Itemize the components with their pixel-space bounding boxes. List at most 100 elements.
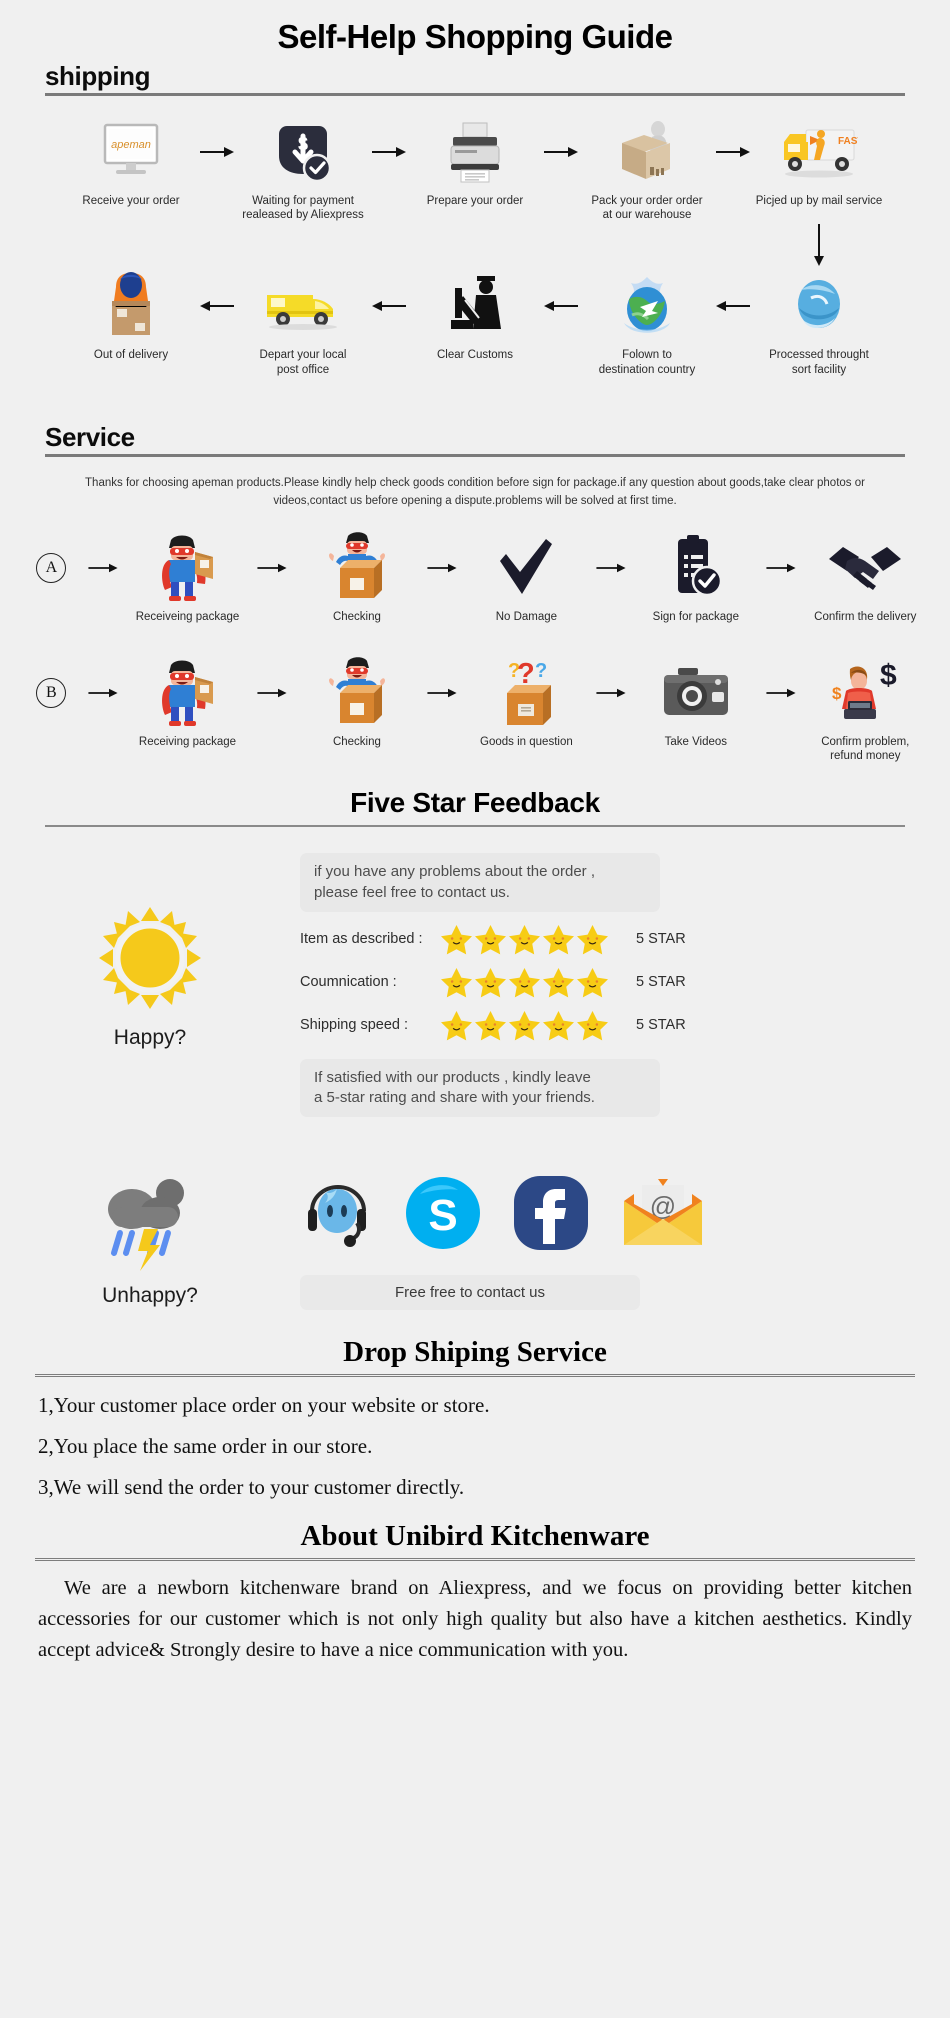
facebook-icon[interactable] bbox=[512, 1174, 590, 1257]
about-title: About Unibird Kitchenware bbox=[300, 1520, 650, 1553]
page-title: Self-Help Shopping Guide bbox=[277, 18, 674, 55]
step-label: Goods in question bbox=[480, 735, 573, 748]
happy-section: Happy? if you have any problems about th… bbox=[0, 827, 950, 1118]
unhappy-section: Unhappy? S @ Free free to contact us bbox=[0, 1169, 950, 1311]
shipping-step-out-of-delivery: Out of delivery bbox=[65, 270, 197, 362]
service-flow-row-a: A Receiveing package Checking No Damage … bbox=[0, 532, 950, 624]
skype-icon[interactable]: S bbox=[404, 1174, 482, 1257]
shipping-step-flown-destination: Folown to destination country bbox=[581, 270, 713, 377]
rating-row-shipping-speed: Shipping speed : 5 STAR bbox=[300, 1010, 890, 1041]
step-label: Sign for package bbox=[652, 611, 739, 624]
arrow-left-icon bbox=[713, 270, 753, 342]
arrow-left-icon bbox=[197, 270, 237, 342]
arrow-right-icon bbox=[422, 657, 462, 729]
row-b-badge-cell: B bbox=[20, 657, 83, 729]
service-step-sign-for-package: Sign for package bbox=[631, 532, 760, 624]
step-label: Waiting for payment realeased by Aliexpr… bbox=[242, 194, 364, 221]
rating-value: 5 STAR bbox=[636, 931, 686, 948]
happy-label: Happy? bbox=[113, 1026, 187, 1050]
svg-text:apeman: apeman bbox=[111, 139, 151, 151]
clipboard-check-icon bbox=[668, 532, 724, 604]
shipping-step-waiting-payment: $ Waiting for payment realeased by Aliex… bbox=[237, 116, 369, 223]
about-divider bbox=[35, 1557, 915, 1562]
superhero-package-icon bbox=[159, 532, 215, 604]
shipping-flow-row-1: apeman Receive your order $ Waiting for … bbox=[0, 116, 950, 223]
aliexpress-messenger-headset-icon[interactable] bbox=[300, 1175, 374, 1256]
svg-text:?: ? bbox=[535, 660, 547, 682]
step-label: Out of delivery bbox=[93, 349, 169, 362]
shipping-heading: shipping bbox=[45, 61, 151, 91]
service-step-checking-a: Checking bbox=[292, 532, 421, 624]
svg-text:$: $ bbox=[880, 659, 897, 692]
arrow-right-icon bbox=[252, 657, 292, 729]
step-label: Folown to destination country bbox=[598, 349, 696, 376]
handshake-icon bbox=[827, 532, 903, 604]
globe-airplane-icon bbox=[616, 270, 678, 342]
courier-box-icon bbox=[102, 270, 160, 342]
service-step-no-damage: No Damage bbox=[462, 532, 591, 624]
feedback-bubble-top: if you have any problems about the order… bbox=[300, 853, 660, 912]
badge-letter-a: A bbox=[36, 553, 67, 584]
delivery-truck-fast-icon: FAST bbox=[780, 116, 858, 188]
svg-text:$: $ bbox=[298, 134, 308, 154]
unhappy-label: Unhappy? bbox=[102, 1284, 198, 1308]
service-step-goods-in-question: ? ? ? Goods in question bbox=[462, 657, 591, 749]
step-label: Depart your local post office bbox=[259, 349, 347, 376]
step-label: Checking bbox=[332, 735, 381, 748]
step-label: Receive your order bbox=[82, 194, 180, 207]
star-rating-icons bbox=[440, 967, 620, 998]
arrow-right-icon bbox=[591, 657, 631, 729]
ratings-column: if you have any problems about the order… bbox=[300, 853, 950, 1118]
service-flow-row-b: B Receiving package Checking ? ? ? Goods… bbox=[0, 656, 950, 764]
arrow-right-icon bbox=[252, 532, 292, 604]
contact-icons-row: S @ bbox=[300, 1169, 890, 1261]
arrow-right-icon bbox=[369, 116, 409, 188]
step-label: No Damage bbox=[495, 611, 558, 624]
monitor-apeman-icon: apeman bbox=[99, 116, 163, 188]
star-rating-icons bbox=[440, 1010, 620, 1041]
customs-officer-icon bbox=[443, 270, 507, 342]
shipping-section-header: shipping bbox=[45, 62, 905, 96]
step-label: Prepare your order bbox=[426, 194, 524, 207]
drop-shipping-title: Drop Shiping Service bbox=[343, 1336, 607, 1369]
service-step-receiving-package-a: Receiveing package bbox=[123, 532, 252, 624]
arrow-left-icon bbox=[369, 270, 409, 342]
happy-column: Happy? bbox=[0, 853, 300, 1050]
contact-bar-label[interactable]: Free free to contact us bbox=[300, 1275, 640, 1311]
drop-shipping-divider bbox=[35, 1373, 915, 1378]
payment-shield-dollar-icon: $ bbox=[272, 116, 334, 188]
rating-row-item-as-described: Item as described : 5 STAR bbox=[300, 924, 890, 955]
shipping-flow-row-2: Out of delivery Depart your local post o… bbox=[0, 270, 950, 377]
five-star-feedback-title: Five Star Feedback bbox=[350, 787, 600, 819]
arrow-left-icon bbox=[541, 270, 581, 342]
email-envelope-icon[interactable]: @ bbox=[620, 1177, 706, 1254]
happy-person-box-icon bbox=[326, 532, 388, 604]
shipping-step-clear-customs: Clear Customs bbox=[409, 270, 541, 362]
step-label: Picjed up by mail service bbox=[755, 194, 883, 207]
shipping-step-sort-facility: Processed throught sort facility bbox=[753, 270, 885, 377]
unhappy-column: Unhappy? bbox=[0, 1169, 300, 1308]
shipping-flow-connector bbox=[0, 222, 950, 270]
arrow-right-icon bbox=[83, 532, 123, 604]
rain-cloud-lightning-icon bbox=[98, 1169, 202, 1278]
arrow-right-icon bbox=[591, 532, 631, 604]
printer-icon bbox=[447, 116, 503, 188]
service-section-header: Service bbox=[45, 423, 905, 457]
step-label: Processed throught sort facility bbox=[769, 349, 869, 376]
drop-shipping-item: 2,You place the same order in our store. bbox=[38, 1434, 373, 1459]
shipping-step-picked-up: FAST Picjed up by mail service bbox=[753, 116, 885, 208]
checkmark-icon bbox=[496, 532, 556, 604]
arrow-right-icon bbox=[761, 657, 801, 729]
drop-shipping-item: 3,We will send the order to your custome… bbox=[38, 1475, 465, 1500]
support-agent-dollar-icon: $ $ bbox=[830, 657, 900, 729]
svg-text:S: S bbox=[428, 1191, 457, 1240]
svg-text:$: $ bbox=[832, 684, 842, 703]
step-label: Receiving package bbox=[138, 735, 237, 748]
step-label: Checking bbox=[332, 611, 381, 624]
shipping-step-prepare-order: Prepare your order bbox=[409, 116, 541, 208]
badge-letter-b: B bbox=[36, 677, 67, 708]
shipping-step-receive-order: apeman Receive your order bbox=[65, 116, 197, 208]
sun-icon bbox=[95, 903, 205, 1018]
service-intro-text: Thanks for choosing apeman products.Plea… bbox=[85, 476, 865, 507]
shipping-step-pack-order: Pack your order order at our warehouse bbox=[581, 116, 713, 223]
